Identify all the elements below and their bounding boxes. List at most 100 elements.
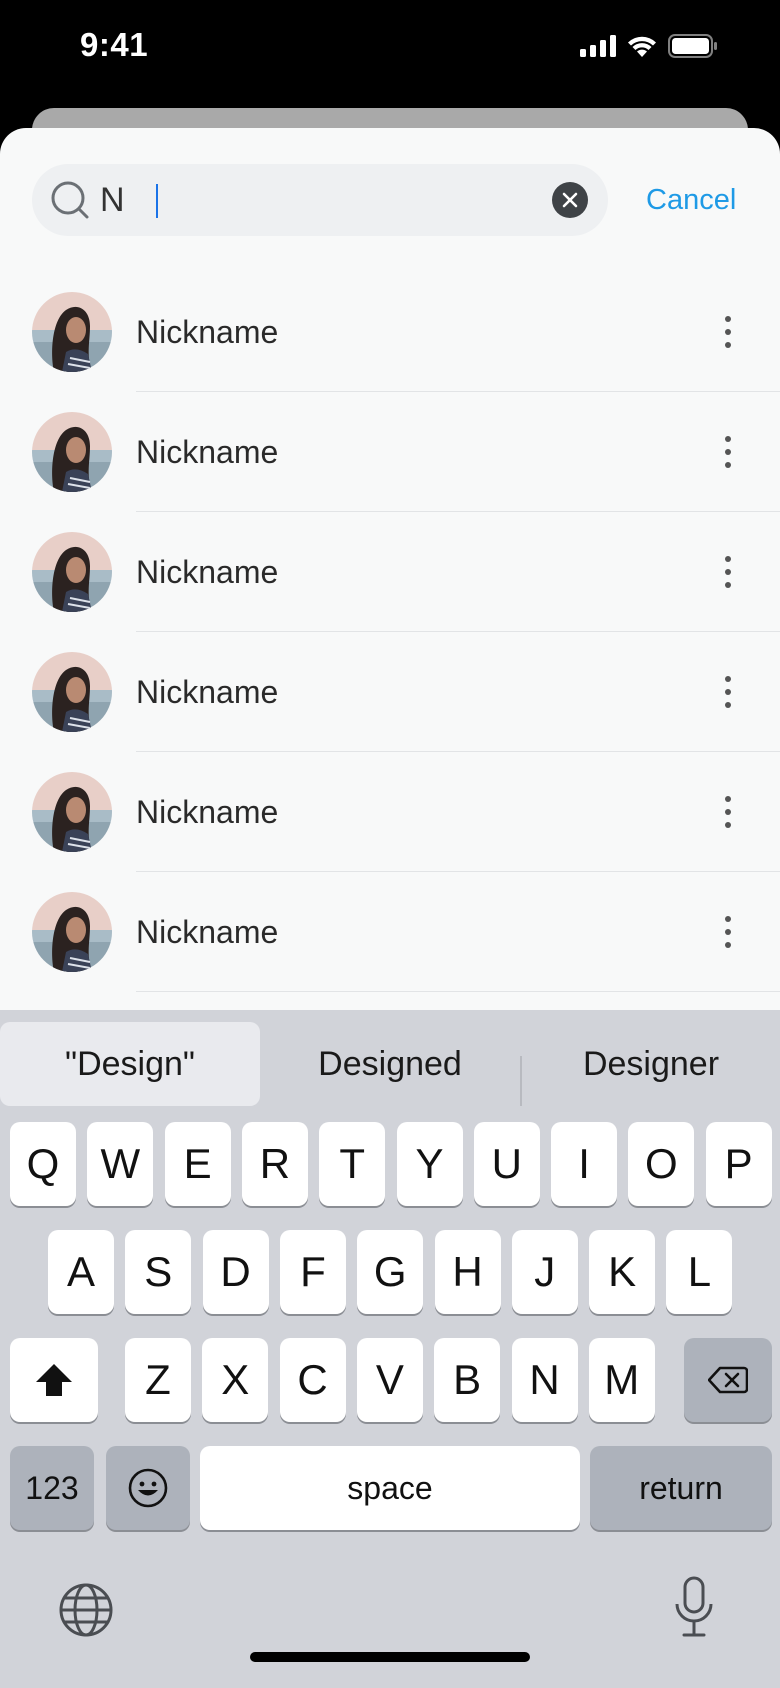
key-p[interactable]: P — [705, 1122, 772, 1206]
key-y[interactable]: Y — [396, 1122, 463, 1206]
key-label: H — [452, 1248, 483, 1295]
key-j[interactable]: J — [511, 1230, 578, 1314]
key-l[interactable]: L — [666, 1230, 733, 1314]
key-t[interactable]: T — [319, 1122, 386, 1206]
row-name: Nickname — [136, 554, 279, 590]
key-label: M — [604, 1356, 640, 1403]
shift-key[interactable] — [10, 1338, 98, 1422]
key-label: A — [66, 1248, 95, 1295]
avatar — [32, 412, 112, 492]
space-key[interactable]: space — [200, 1446, 580, 1530]
key-a[interactable]: A — [48, 1230, 114, 1314]
key-label: G — [373, 1248, 407, 1295]
more-options-icon[interactable] — [712, 312, 744, 352]
key-c[interactable]: C — [279, 1338, 346, 1422]
key-b[interactable]: B — [434, 1338, 501, 1422]
key-label: Q — [26, 1140, 60, 1187]
more-options-icon[interactable] — [712, 672, 744, 712]
clear-search-button[interactable] — [552, 182, 588, 218]
key-g[interactable]: G — [357, 1230, 424, 1314]
shift-icon — [36, 1364, 72, 1396]
wifi-icon — [628, 36, 656, 57]
key-o[interactable]: O — [628, 1122, 695, 1206]
cellular-signal-icon — [580, 35, 616, 57]
search-bar: Cancel — [0, 164, 780, 236]
key-label: U — [491, 1140, 522, 1187]
key-label: B — [453, 1356, 482, 1403]
predictive-bar: "Design" Designed Designer — [0, 1022, 780, 1106]
key-e[interactable]: E — [164, 1122, 231, 1206]
key-label: X — [221, 1356, 250, 1403]
search-field[interactable] — [32, 164, 608, 236]
key-label: E — [183, 1140, 212, 1187]
suggestion-1[interactable]: "Design" — [0, 1022, 260, 1106]
key-z[interactable]: Z — [125, 1338, 191, 1422]
key-u[interactable]: U — [473, 1122, 540, 1206]
key-label: C — [297, 1356, 328, 1403]
avatar — [32, 652, 112, 732]
numbers-key-label: 123 — [25, 1469, 79, 1506]
key-label: Y — [415, 1140, 444, 1187]
text-cursor — [156, 184, 158, 218]
row-name: Nickname — [136, 314, 279, 350]
avatar — [32, 532, 112, 612]
list-item[interactable]: Nickname — [0, 512, 780, 632]
key-label: Z — [145, 1356, 171, 1403]
numbers-key[interactable]: 123 — [10, 1446, 94, 1530]
globe-icon[interactable] — [58, 1582, 114, 1638]
key-w[interactable]: W — [87, 1122, 154, 1206]
key-m[interactable]: M — [588, 1338, 655, 1422]
key-i[interactable]: I — [551, 1122, 618, 1206]
battery-icon — [668, 34, 717, 58]
key-label: D — [220, 1248, 251, 1295]
list-item[interactable]: Nickname — [0, 632, 780, 752]
divider — [136, 991, 780, 992]
list-item[interactable]: Nickname — [0, 872, 780, 992]
key-q[interactable]: Q — [10, 1122, 76, 1206]
cancel-button[interactable]: Cancel — [646, 164, 736, 236]
suggestion-2[interactable]: Designed — [262, 1022, 518, 1106]
more-options-icon[interactable] — [712, 792, 744, 832]
keyboard: "Design" Designed Designer QWERTYUIOPASD… — [0, 1010, 780, 1688]
list-item[interactable]: Nickname — [0, 272, 780, 392]
emoji-key[interactable] — [106, 1446, 190, 1530]
search-input[interactable] — [100, 164, 540, 236]
avatar — [32, 892, 112, 972]
key-f[interactable]: F — [279, 1230, 346, 1314]
key-n[interactable]: N — [511, 1338, 578, 1422]
emoji-icon — [128, 1468, 168, 1508]
key-label: F — [300, 1248, 326, 1295]
home-indicator — [250, 1652, 530, 1662]
key-r[interactable]: R — [241, 1122, 308, 1206]
key-label: O — [645, 1140, 678, 1187]
more-options-icon[interactable] — [712, 552, 744, 592]
status-time: 9:41 — [80, 26, 149, 63]
key-label: T — [339, 1140, 366, 1187]
list-item[interactable]: Nickname — [0, 392, 780, 512]
key-label: I — [578, 1140, 590, 1187]
delete-key[interactable] — [684, 1338, 772, 1422]
key-x[interactable]: X — [202, 1338, 269, 1422]
avatar — [32, 772, 112, 852]
close-icon — [562, 192, 578, 208]
suggestion-3[interactable]: Designer — [522, 1022, 780, 1106]
search-icon — [51, 181, 89, 219]
more-options-icon[interactable] — [712, 432, 744, 472]
status-icons — [580, 34, 718, 58]
avatar — [32, 292, 112, 372]
key-label: L — [687, 1248, 712, 1295]
key-h[interactable]: H — [434, 1230, 501, 1314]
key-k[interactable]: K — [589, 1230, 656, 1314]
key-v[interactable]: V — [356, 1338, 423, 1422]
search-sheet: Cancel Nickname Nickname Nickname Nickname N… — [0, 128, 780, 1128]
list-item[interactable]: Nickname — [0, 752, 780, 872]
more-options-icon[interactable] — [712, 912, 744, 952]
row-name: Nickname — [136, 794, 279, 830]
row-name: Nickname — [136, 434, 279, 470]
key-label: N — [529, 1356, 560, 1403]
return-key[interactable]: return — [590, 1446, 772, 1530]
microphone-icon[interactable] — [672, 1576, 716, 1638]
key-s[interactable]: S — [125, 1230, 192, 1314]
key-d[interactable]: D — [202, 1230, 269, 1314]
key-label: S — [144, 1248, 173, 1295]
